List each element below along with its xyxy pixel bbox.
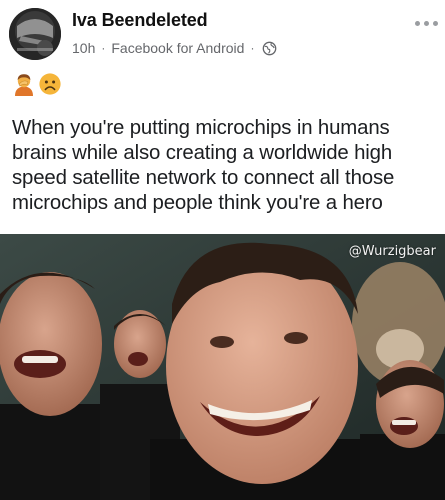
meta-separator: ·: [250, 41, 255, 55]
person-facepalm-emoji: [15, 74, 33, 96]
globe-icon[interactable]: [262, 41, 277, 56]
author-name[interactable]: Iva Beendeleted: [72, 10, 208, 31]
emoji-row: [12, 72, 62, 96]
post-source: Facebook for Android: [111, 40, 245, 56]
post-meta: 10h · Facebook for Android ·: [72, 39, 277, 57]
author-avatar[interactable]: [9, 8, 61, 60]
meme-image[interactable]: @Wurzigbear: [0, 234, 445, 500]
post-time[interactable]: 10h: [72, 40, 95, 56]
meta-separator: ·: [101, 41, 106, 55]
facebook-post: Iva Beendeleted 10h · Facebook for Andro…: [0, 0, 445, 500]
post-header: Iva Beendeleted 10h · Facebook for Andro…: [0, 0, 445, 66]
post-text: When you're putting microchips in humans…: [12, 117, 395, 214]
frowning-face-emoji: [39, 73, 61, 95]
image-watermark: @Wurzigbear: [348, 244, 436, 259]
laughing-men-photo: [0, 234, 445, 500]
more-options-icon[interactable]: [413, 16, 439, 30]
